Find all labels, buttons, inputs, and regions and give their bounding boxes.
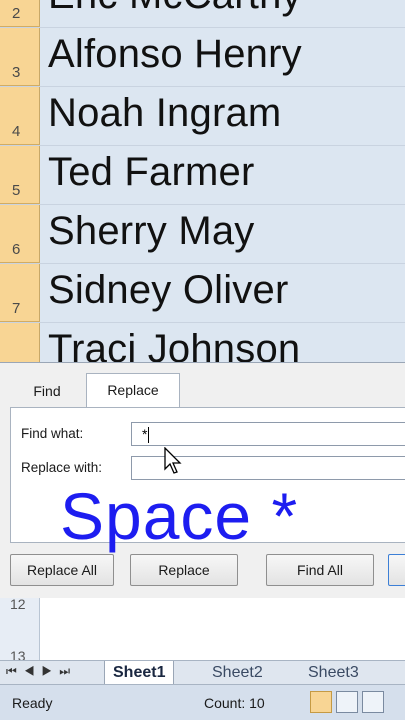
row-number[interactable]: 6 [0, 205, 40, 263]
table-row[interactable]: 5 Ted Farmer [0, 146, 405, 205]
next-sheet-icon[interactable]: ▶ [42, 664, 60, 678]
worksheet-grid-lower[interactable]: 12 13 [0, 596, 405, 664]
cell-name[interactable]: Traci Johnson [48, 327, 300, 365]
first-sheet-icon[interactable]: ⏮ [6, 664, 24, 678]
find-all-button[interactable]: Find All [266, 554, 374, 586]
find-what-input[interactable]: * [131, 422, 405, 446]
table-row[interactable]: 6 Sherry May [0, 205, 405, 264]
replace-with-label: Replace with: [21, 460, 103, 475]
table-row[interactable]: 3 Alfonso Henry [0, 28, 405, 87]
tab-replace[interactable]: Replace [86, 373, 180, 407]
sheet-tab-sheet2[interactable]: Sheet2 [204, 661, 271, 685]
mouse-pointer-icon [164, 447, 182, 474]
page-layout-view-icon[interactable] [336, 691, 358, 713]
page-break-view-icon[interactable] [362, 691, 384, 713]
cell-name[interactable]: Noah Ingram [48, 91, 281, 136]
table-row[interactable]: 7 Sidney Oliver [0, 264, 405, 323]
row-number[interactable]: 5 [0, 146, 40, 204]
sheet-tab-bar: ⏮◀▶⏭ Sheet1 Sheet2 Sheet3 [0, 660, 405, 685]
find-what-value: * [142, 426, 148, 442]
status-mode: Ready [12, 695, 53, 711]
row-number[interactable]: 4 [0, 87, 40, 145]
cell-name[interactable]: Sidney Oliver [48, 268, 288, 313]
find-what-label: Find what: [21, 426, 84, 441]
normal-view-icon[interactable] [310, 691, 332, 713]
table-row[interactable]: 4 Noah Ingram [0, 87, 405, 146]
cell-name[interactable]: Eric McCarthy [48, 0, 302, 18]
status-bar: Ready Count: 10 [0, 684, 405, 720]
tab-find[interactable]: Find [16, 375, 78, 407]
row-number[interactable]: 8 [0, 323, 40, 365]
table-row[interactable]: 2 Eric McCarthy [0, 0, 405, 28]
sheet-tab-sheet1[interactable]: Sheet1 [104, 661, 175, 685]
row-header-column: 12 13 [0, 596, 40, 664]
row-number[interactable]: 12 [10, 596, 26, 612]
table-row[interactable]: 8 Traci Johnson [0, 323, 405, 365]
replace-button[interactable]: Replace [130, 554, 238, 586]
prev-sheet-icon[interactable]: ◀ [24, 664, 42, 678]
cell-name[interactable]: Sherry May [48, 209, 255, 254]
last-sheet-icon[interactable]: ⏭ [59, 664, 77, 678]
cell-name[interactable]: Alfonso Henry [48, 32, 302, 77]
status-count: Count: 10 [204, 695, 265, 711]
sheet-tab-sheet3[interactable]: Sheet3 [300, 661, 367, 685]
worksheet-grid[interactable]: 2 Eric McCarthy 3 Alfonso Henry 4 Noah I… [0, 0, 405, 365]
find-next-button[interactable] [388, 554, 405, 586]
row-number[interactable]: 7 [0, 264, 40, 322]
text-caret [148, 427, 150, 444]
row-number[interactable]: 2 [0, 0, 40, 27]
replace-all-button[interactable]: Replace All [10, 554, 114, 586]
row-number[interactable]: 3 [0, 28, 40, 86]
cell-name[interactable]: Ted Farmer [48, 150, 255, 195]
caption-overlay: Space * [60, 479, 299, 553]
sheet-nav-buttons: ⏮◀▶⏭ [6, 664, 77, 679]
